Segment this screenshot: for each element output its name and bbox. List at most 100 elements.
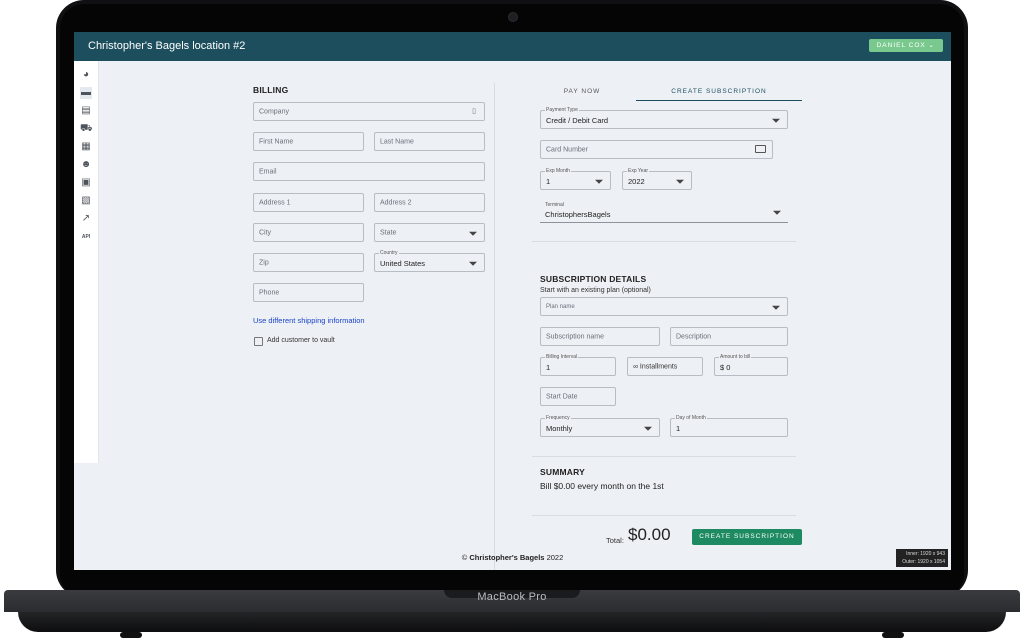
phone-placeholder: Phone xyxy=(259,289,280,296)
payment-type-select[interactable]: Payment Type Credit / Debit Card xyxy=(540,107,788,129)
viewport-inner: Inner: 1920 x 943 xyxy=(906,551,945,557)
description-input[interactable]: Description xyxy=(670,327,788,346)
installments-value: ∞ Installments xyxy=(633,363,678,370)
city-input[interactable]: City xyxy=(253,223,364,242)
plan-name-placeholder: Plan name xyxy=(546,303,575,310)
terminal-select[interactable]: Terminal ChristophersBagels xyxy=(540,202,788,223)
app-header: Christopher's Bagels location #2 DANIEL … xyxy=(74,32,951,61)
payment-type-value: Credit / Debit Card xyxy=(546,116,609,125)
app-screen: Christopher's Bagels location #2 DANIEL … xyxy=(74,32,951,570)
shipping-info-link[interactable]: Use different shipping information xyxy=(253,316,365,325)
exp-year-value: 2022 xyxy=(628,177,645,186)
sidebar: ◕ ▬ ▤ ⛟ ▦ ☻ ▣ ▧ ↗ API xyxy=(74,61,99,463)
dropdown-arrow-icon xyxy=(469,261,477,266)
billing-interval-value: 1 xyxy=(546,363,551,372)
day-of-month-value: 1 xyxy=(676,424,681,433)
users-icon[interactable]: ☻ xyxy=(80,159,92,171)
amount-label: Amount to bill xyxy=(719,354,752,360)
start-date-placeholder: Start Date xyxy=(546,393,578,400)
subscription-divider xyxy=(532,456,796,457)
column-divider xyxy=(494,83,495,570)
api-icon[interactable]: API xyxy=(80,231,92,243)
card-icon[interactable]: ▬ xyxy=(80,87,92,99)
exp-year-select[interactable]: Exp Year 2022 xyxy=(622,168,692,190)
dropdown-arrow-icon xyxy=(676,179,684,184)
exp-year-label: Exp Year xyxy=(627,168,650,174)
user-menu-button[interactable]: DANIEL COX ⌄ xyxy=(868,39,943,52)
address1-placeholder: Address 1 xyxy=(259,199,291,206)
building-icon: ▯ xyxy=(472,108,476,115)
address2-input[interactable]: Address 2 xyxy=(374,193,485,212)
country-label: Country xyxy=(379,250,399,256)
first-name-input[interactable]: First Name xyxy=(253,132,364,151)
subscription-name-placeholder: Subscription name xyxy=(546,333,604,340)
tab-pay-now[interactable]: PAY NOW xyxy=(532,83,632,100)
summary-title: SUMMARY xyxy=(540,467,585,477)
state-placeholder: State xyxy=(380,229,397,236)
frequency-select[interactable]: Frequency Monthly xyxy=(540,415,660,437)
address1-input[interactable]: Address 1 xyxy=(253,193,364,212)
address2-placeholder: Address 2 xyxy=(380,199,412,206)
card-number-placeholder: Card Number xyxy=(546,146,589,153)
day-of-month-label: Day of Month xyxy=(675,415,707,421)
dropdown-arrow-icon xyxy=(644,426,652,431)
amount-input[interactable]: Amount to bill $ 0 xyxy=(714,354,788,376)
laptop-base-bottom xyxy=(18,612,1006,632)
card-number-input[interactable]: Card Number xyxy=(540,140,773,159)
company-placeholder: Company xyxy=(259,108,289,115)
frequency-label: Frequency xyxy=(545,415,571,421)
last-name-input[interactable]: Last Name xyxy=(374,132,485,151)
amount-value: $ 0 xyxy=(720,363,731,372)
laptop-foot-right xyxy=(882,632,904,638)
country-value: United States xyxy=(380,259,426,268)
chart-icon[interactable]: ↗ xyxy=(80,213,92,225)
invoice-icon[interactable]: ▧ xyxy=(80,195,92,207)
tab-create-subscription[interactable]: CREATE SUBSCRIPTION xyxy=(636,83,802,101)
laptop-foot-left xyxy=(120,632,142,638)
cart-icon[interactable]: ⛟ xyxy=(80,123,93,135)
billing-interval-input[interactable]: Billing Interval 1 xyxy=(540,354,616,376)
summary-divider xyxy=(532,515,796,516)
vault-checkbox[interactable] xyxy=(254,337,263,346)
device-label: MacBook Pro xyxy=(477,591,547,603)
company-input[interactable]: Company ▯ xyxy=(253,102,485,121)
receipt-icon[interactable]: ▤ xyxy=(80,105,92,117)
subscription-title: SUBSCRIPTION DETAILS xyxy=(540,274,647,284)
exp-month-value: 1 xyxy=(546,177,551,186)
summary-text: Bill $0.00 every month on the 1st xyxy=(540,481,664,491)
frequency-value: Monthly xyxy=(546,424,573,433)
exp-month-label: Exp Month xyxy=(545,168,571,174)
chevron-down-icon: ⌄ xyxy=(928,42,935,49)
copyright-company: Christopher's Bagels xyxy=(469,553,545,562)
phone-input[interactable]: Phone xyxy=(253,283,364,302)
calendar-icon[interactable]: ▦ xyxy=(80,141,92,153)
dropdown-arrow-icon xyxy=(772,118,780,123)
country-select[interactable]: Country United States xyxy=(374,250,485,272)
city-placeholder: City xyxy=(259,229,272,236)
billing-interval-label: Billing Interval xyxy=(545,354,579,360)
box-icon[interactable]: ▣ xyxy=(80,177,92,189)
terminal-label: Terminal xyxy=(545,202,564,208)
exp-month-select[interactable]: Exp Month 1 xyxy=(540,168,611,190)
installments-input[interactable]: ∞ Installments xyxy=(627,357,703,376)
payment-divider xyxy=(532,241,796,242)
plan-name-select[interactable]: Plan name xyxy=(540,297,788,316)
existing-plan-text: Start with an existing plan (optional) xyxy=(540,287,651,294)
copyright-symbol: © xyxy=(461,553,468,562)
total-label: Total: xyxy=(606,536,624,545)
start-date-input[interactable]: Start Date xyxy=(540,387,616,406)
dropdown-arrow-icon xyxy=(469,231,477,236)
terminal-value: ChristophersBagels xyxy=(545,210,611,219)
email-input[interactable]: Email xyxy=(253,162,485,181)
day-of-month-input[interactable]: Day of Month 1 xyxy=(670,415,788,437)
dashboard-icon[interactable]: ◕ xyxy=(80,69,92,81)
state-select[interactable]: State xyxy=(374,223,485,242)
zip-input[interactable]: Zip xyxy=(253,253,364,272)
camera xyxy=(508,12,518,22)
create-subscription-button[interactable]: CREATE SUBSCRIPTION xyxy=(692,529,802,545)
description-placeholder: Description xyxy=(676,333,712,340)
copyright-year: 2022 xyxy=(546,553,564,562)
credit-card-icon xyxy=(755,145,766,153)
subscription-name-input[interactable]: Subscription name xyxy=(540,327,660,346)
first-name-placeholder: First Name xyxy=(259,138,294,145)
